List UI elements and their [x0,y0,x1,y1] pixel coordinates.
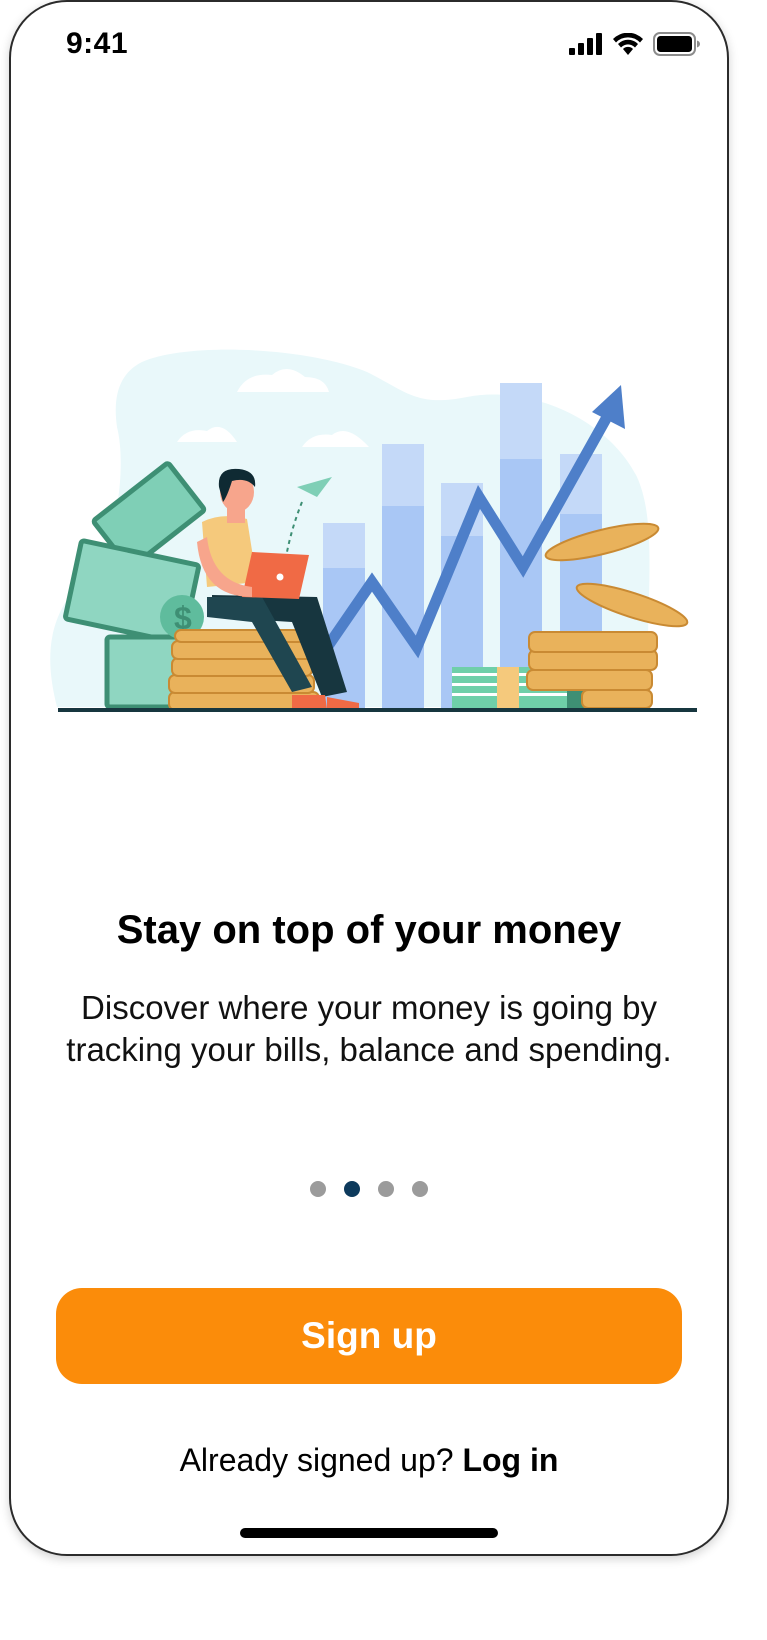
page-dot-1[interactable] [310,1181,326,1197]
phone-frame: 9:41 $ Stay on top of your money Discove… [9,0,729,1556]
battery-icon [653,32,700,56]
signal-bars-icon [569,33,602,55]
onboarding-headline: Stay on top of your money [116,908,622,952]
onboarding-description: Discover where your money is going by tr… [66,989,672,1068]
page-dot-2-active[interactable] [344,1181,360,1197]
wifi-icon [613,33,643,55]
money-growth-illustration: $ [50,349,697,712]
page-dot-3[interactable] [378,1181,394,1197]
status-time: 9:41 [66,27,129,60]
page-indicator[interactable] [11,1181,727,1197]
status-icons [569,32,701,56]
login-prompt-text: Already signed up? [179,1442,454,1478]
home-indicator[interactable] [240,1528,498,1538]
login-link[interactable]: Log in [462,1442,558,1478]
signup-button[interactable]: Sign up [56,1288,682,1384]
login-prompt-line: Already signed up? Log in [11,1442,727,1479]
status-bar: 9:41 [11,2,727,92]
page-dot-4[interactable] [412,1181,428,1197]
